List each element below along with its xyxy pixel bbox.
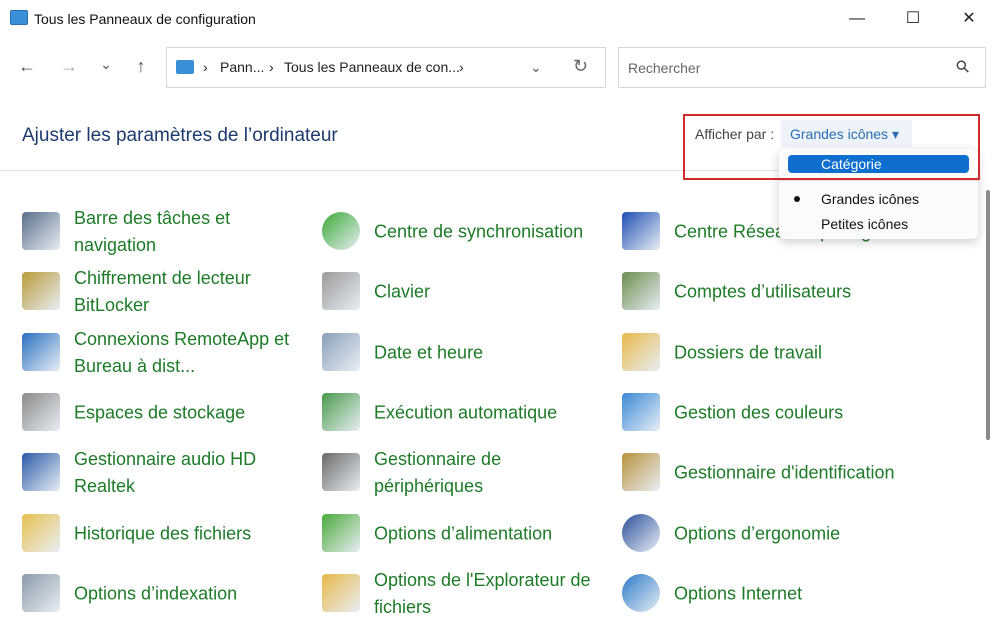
folder-options-icon: [322, 573, 360, 612]
selected-bullet-icon: [794, 196, 800, 202]
control-panel-item[interactable]: Exécution automatique: [322, 385, 612, 441]
address-bar[interactable]: › Pann... › Tous les Panneaux de con... …: [166, 47, 606, 88]
control-panel-item[interactable]: Options de l'Explorateur de fichiers: [322, 566, 612, 622]
control-panel-item[interactable]: Gestionnaire de périphériques: [322, 445, 612, 501]
control-panel-item-label: Centre de synchronisation: [374, 221, 584, 242]
control-panel-item-label: Exécution automatique: [374, 402, 558, 423]
control-panel-item[interactable]: Historique des fichiers: [22, 506, 312, 562]
control-panel-item[interactable]: Options Internet: [622, 566, 912, 622]
menu-item-grandes-icones[interactable]: Grandes icônes: [821, 191, 919, 207]
control-panel-item-label: Gestionnaire de périphériques: [374, 449, 502, 497]
page-title: Ajuster les paramètres de l’ordinateur: [22, 125, 338, 146]
bitlocker-icon: [22, 272, 60, 311]
control-panel-item-label: Espaces de stockage: [74, 402, 246, 423]
internet-icon: [622, 573, 660, 612]
autoplay-icon: [322, 392, 360, 431]
control-panel-item-label: Connexions RemoteApp et Bureau à dist...: [74, 328, 290, 376]
control-panel-item-label: Historique des fichiers: [74, 523, 252, 543]
back-button[interactable]: ←: [12, 56, 42, 77]
control-panel-item-label: Options d’alimentation: [374, 523, 553, 543]
breadcrumb-separator: ›: [203, 59, 208, 75]
remoteapp-icon: [22, 332, 60, 371]
control-panel-item[interactable]: Options d’indexation: [22, 566, 312, 622]
close-button[interactable]: ✕: [946, 6, 992, 32]
storage-icon: [22, 392, 60, 431]
control-panel-item[interactable]: Gestionnaire audio HD Realtek: [22, 445, 312, 501]
recent-locations-button[interactable]: ⌄: [91, 56, 121, 73]
control-panel-item-label: Gestionnaire audio HD Realtek: [74, 449, 257, 497]
clock-icon: [322, 332, 360, 371]
maximize-button[interactable]: ☐: [890, 6, 936, 32]
highlight-box: [683, 114, 980, 180]
breadcrumb-all-panels[interactable]: Tous les Panneaux de con...: [284, 59, 460, 75]
work-folders-icon: [622, 332, 660, 371]
control-panel-icon: [176, 60, 194, 74]
control-panel-icon: [10, 10, 28, 25]
menu-separator: [779, 180, 978, 181]
control-panel-item[interactable]: Options d’alimentation: [322, 506, 612, 562]
color-management-icon: [622, 392, 660, 431]
credential-icon: [622, 453, 660, 492]
control-panel-item[interactable]: Comptes d’utilisateurs: [622, 264, 912, 320]
scrollbar[interactable]: [986, 190, 990, 440]
control-panel-item-label: Clavier: [374, 281, 431, 302]
control-panel-item[interactable]: Chiffrement de lecteur BitLocker: [22, 264, 312, 320]
refresh-button[interactable]: ↻: [573, 56, 588, 77]
title-bar: Tous les Panneaux de configuration — ☐ ✕: [0, 0, 1000, 38]
breadcrumb-separator[interactable]: ›: [459, 59, 464, 75]
sync-icon: [322, 212, 360, 250]
forward-button[interactable]: →: [54, 56, 84, 77]
search-icon[interactable]: ⚲: [951, 56, 974, 79]
file-history-icon: [22, 513, 60, 552]
indexing-icon: [22, 573, 60, 612]
control-panel-item-label: Options d’indexation: [74, 583, 238, 604]
search-box[interactable]: ⚲: [618, 47, 986, 88]
control-panel-item[interactable]: Espaces de stockage: [22, 385, 312, 441]
control-panel-item[interactable]: Options d’ergonomie: [622, 506, 912, 562]
device-manager-icon: [322, 453, 360, 492]
control-panel-item-label: Options Internet: [674, 583, 803, 604]
taskbar-icon: [22, 212, 60, 250]
control-panel-item[interactable]: Dossiers de travail: [622, 325, 912, 381]
address-dropdown-button[interactable]: ⌄: [530, 59, 542, 76]
up-button[interactable]: ↑: [126, 56, 156, 77]
control-panel-item-label: Gestionnaire d'identification: [674, 462, 895, 483]
menu-item-petites-icones[interactable]: Petites icônes: [821, 216, 908, 232]
window-title: Tous les Panneaux de configuration: [34, 11, 256, 27]
control-panel-item[interactable]: Connexions RemoteApp et Bureau à dist...: [22, 325, 312, 381]
breadcrumb-panneaux[interactable]: Pann...: [220, 59, 264, 75]
control-panel-item-label: Chiffrement de lecteur BitLocker: [74, 268, 251, 316]
audio-icon: [22, 453, 60, 492]
control-panel-item-label: Options d’ergonomie: [674, 523, 841, 543]
control-panel-item[interactable]: Gestionnaire d'identification: [622, 445, 912, 501]
minimize-button[interactable]: —: [834, 6, 880, 32]
users-icon: [622, 272, 660, 311]
network-icon: [622, 212, 660, 250]
breadcrumb-separator: ›: [269, 59, 274, 75]
control-panel-item-label: Comptes d’utilisateurs: [674, 281, 852, 302]
control-panel-item[interactable]: Centre de synchronisation: [322, 204, 612, 260]
control-panel-item-label: Gestion des couleurs: [674, 402, 844, 423]
control-panel-item[interactable]: Clavier: [322, 264, 612, 320]
keyboard-icon: [322, 272, 360, 311]
control-panel-item[interactable]: Gestion des couleurs: [622, 385, 912, 441]
search-input[interactable]: [628, 60, 928, 76]
power-icon: [322, 513, 360, 552]
control-panel-item[interactable]: Date et heure: [322, 325, 612, 381]
control-panel-item-label: Barre des tâches et navigation: [74, 208, 231, 255]
control-panel-item-label: Date et heure: [374, 342, 484, 363]
control-panel-item-label: Dossiers de travail: [674, 342, 823, 363]
ease-of-access-icon: [622, 513, 660, 552]
control-panel-item-label: Options de l'Explorateur de fichiers: [374, 569, 591, 617]
control-panel-item[interactable]: Barre des tâches et navigation: [22, 204, 312, 260]
